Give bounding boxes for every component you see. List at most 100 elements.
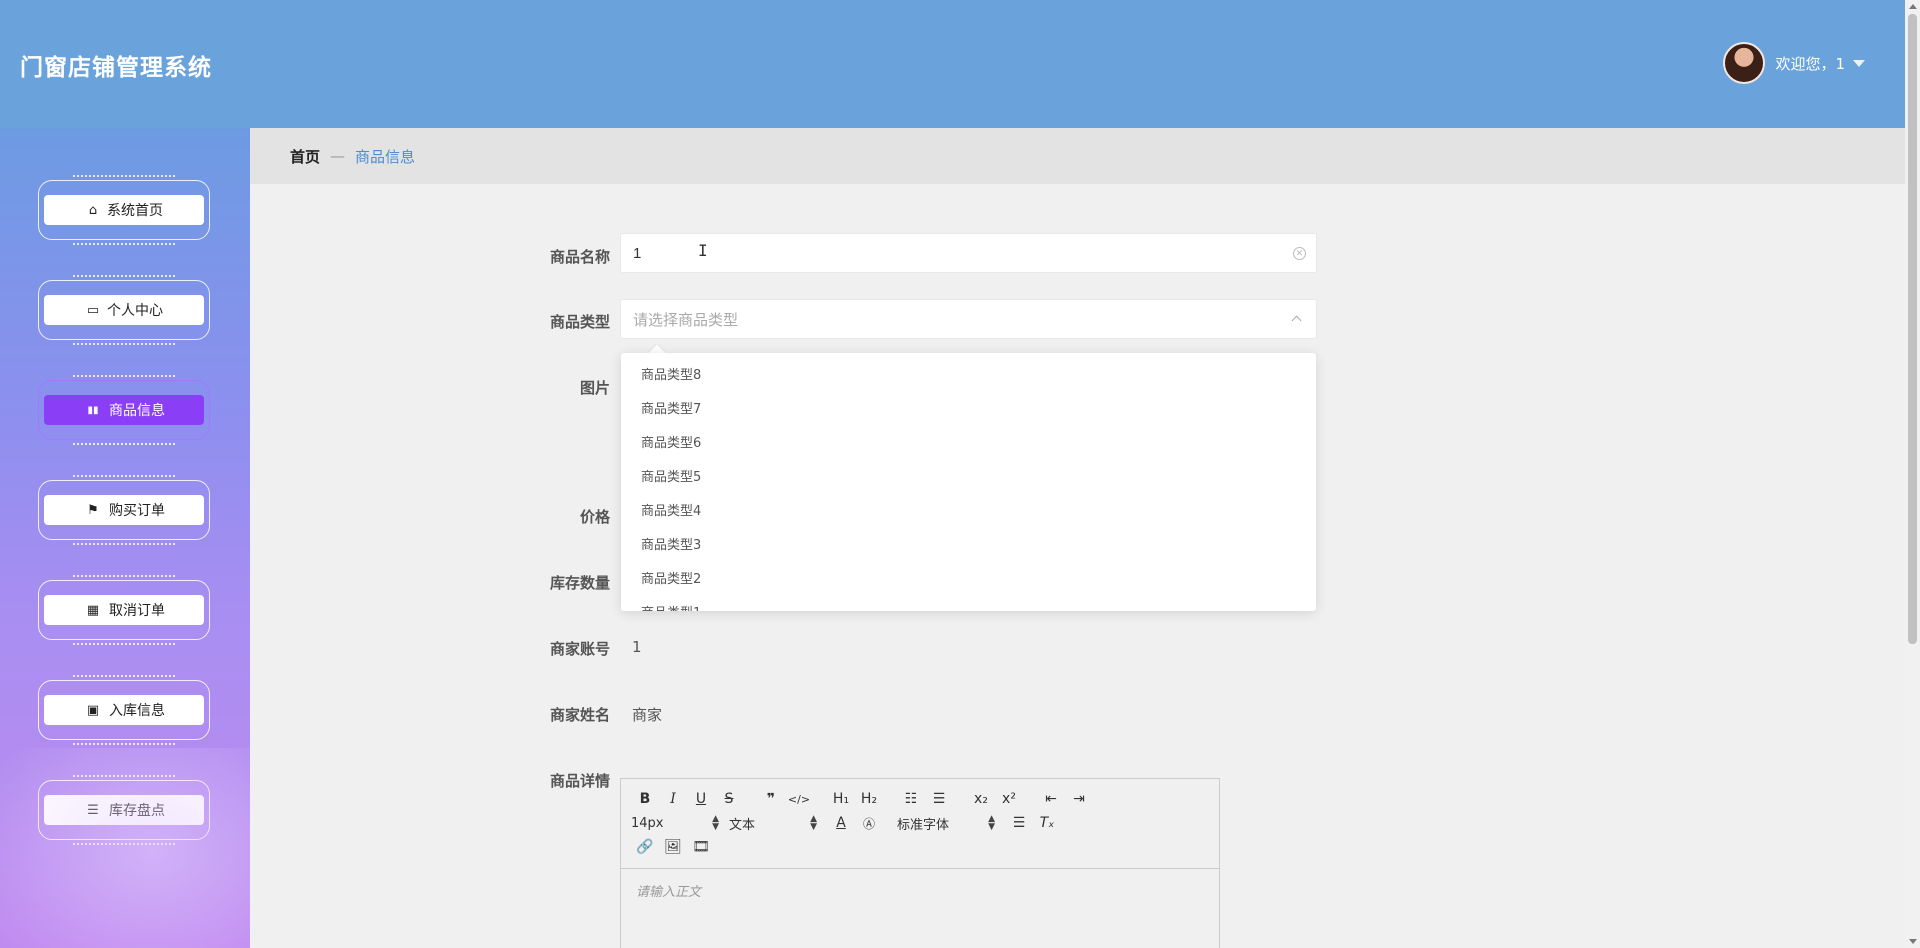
sidebar-item-cancel-orders[interactable]: ▦ 取消订单 <box>38 575 210 645</box>
sidebar-item-inbound-button[interactable]: ▣ 入库信息 <box>44 695 204 725</box>
home-icon: ⌂ <box>88 202 98 218</box>
breadcrumb: 首页 — 商品信息 <box>250 128 1905 184</box>
paragraph-select[interactable]: 文本 ▲ ▼ <box>729 814 817 833</box>
italic-icon[interactable]: I <box>659 791 687 807</box>
page-scrollbar[interactable] <box>1905 0 1920 948</box>
select-arrows-icon: ▲ ▼ <box>988 814 995 832</box>
superscript-icon[interactable]: x² <box>995 791 1023 807</box>
sidebar-item-inventory[interactable]: ☰ 库存盘点 <box>38 775 210 845</box>
product-type-select[interactable]: 请选择商品类型 <box>620 299 1317 339</box>
merchant-account-value: 1 <box>632 638 642 656</box>
scroll-up-icon[interactable] <box>1909 4 1917 9</box>
sidebar-item-home-button[interactable]: ⌂ 系统首页 <box>44 195 204 225</box>
sidebar-item-label: 个人中心 <box>107 303 163 319</box>
breadcrumb-separator: — <box>330 147 346 165</box>
code-icon[interactable]: </> <box>785 793 813 806</box>
breadcrumb-home[interactable]: 首页 <box>290 146 320 167</box>
dropdown-option[interactable]: 商品类型3 <box>621 529 1316 563</box>
merchant-account-label: 商家账号 <box>549 640 610 658</box>
product-name-input[interactable]: 1 ✕ <box>620 233 1317 273</box>
sidebar-item-cancel-orders-button[interactable]: ▦ 取消订单 <box>44 595 204 625</box>
font-color-icon[interactable]: A <box>827 815 855 831</box>
editor-toolbar: B I U S ❞ </> H₁ H₂ ☷ ☰ x₂ x² ⇤ ⇥ 14px ▲… <box>621 779 1219 869</box>
clear-icon[interactable]: ✕ <box>1293 247 1306 260</box>
product-type-dropdown: 商品类型8 商品类型7 商品类型6 商品类型5 商品类型4 商品类型3 商品类型… <box>621 353 1316 611</box>
list-icon: ☰ <box>87 802 99 818</box>
indent-icon[interactable]: ⇥ <box>1065 791 1093 807</box>
scroll-down-icon[interactable] <box>1909 939 1917 944</box>
font-size-select[interactable]: 14px ▲ ▼ <box>631 814 719 832</box>
image-icon[interactable]: 🖼 <box>659 839 687 855</box>
sidebar-item-profile-button[interactable]: ▭ 个人中心 <box>44 295 204 325</box>
font-family-value: 标准字体 <box>897 817 950 833</box>
product-name-value: 1 <box>633 244 642 262</box>
rich-text-editor: B I U S ❞ </> H₁ H₂ ☷ ☰ x₂ x² ⇤ ⇥ 14px ▲… <box>620 778 1220 948</box>
sidebar-item-inventory-button[interactable]: ☰ 库存盘点 <box>44 795 204 825</box>
clipboard-icon: ▣ <box>86 702 100 718</box>
bullet-list-icon[interactable]: ☰ <box>925 791 953 807</box>
align-icon[interactable]: ☰ <box>1005 815 1033 831</box>
top-header: 门窗店铺管理系统 欢迎您，1 <box>0 0 1905 128</box>
heading1-icon[interactable]: H₁ <box>827 791 855 807</box>
app-title: 门窗店铺管理系统 <box>20 55 212 81</box>
sidebar-item-home[interactable]: ⌂ 系统首页 <box>38 175 210 245</box>
sidebar-item-products-button[interactable]: ▮▮ 商品信息 <box>44 395 204 425</box>
video-icon[interactable]: 🎞 <box>687 839 715 855</box>
breadcrumb-current: 商品信息 <box>355 147 416 166</box>
heading2-icon[interactable]: H₂ <box>855 791 883 807</box>
font-size-value: 14px <box>631 815 664 831</box>
paragraph-value: 文本 <box>729 817 756 833</box>
scroll-thumb[interactable] <box>1908 14 1917 644</box>
sidebar-item-orders[interactable]: ⚑ 购买订单 <box>38 475 210 545</box>
stock-label: 库存数量 <box>549 574 610 592</box>
avatar[interactable] <box>1723 42 1766 84</box>
product-type-placeholder: 请选择商品类型 <box>633 310 739 329</box>
menu-frame-decoration <box>38 775 210 845</box>
flag-icon: ⚑ <box>87 502 99 518</box>
select-arrows-icon: ▲ ▼ <box>810 814 817 832</box>
subscript-icon[interactable]: x₂ <box>967 791 995 807</box>
sidebar-item-label: 购买订单 <box>109 503 165 519</box>
sidebar-item-label: 取消订单 <box>109 603 165 619</box>
chevron-down-icon[interactable] <box>1853 59 1865 67</box>
background-color-icon[interactable]: Ⓐ <box>855 815 883 832</box>
dropdown-option[interactable]: 商品类型8 <box>621 359 1316 393</box>
editor-body[interactable]: 请输入正文 <box>621 869 1219 912</box>
font-family-select[interactable]: 标准字体 ▲ ▼ <box>897 814 995 833</box>
dropdown-option[interactable]: 商品类型6 <box>621 427 1316 461</box>
merchant-name-label: 商家姓名 <box>549 706 610 724</box>
outdent-icon[interactable]: ⇤ <box>1037 791 1065 807</box>
books-icon: ▮▮ <box>87 404 99 416</box>
product-name-label: 商品名称 <box>549 248 610 266</box>
dropdown-option[interactable]: 商品类型1 <box>621 597 1316 611</box>
strikethrough-icon[interactable]: S <box>715 791 743 807</box>
welcome-text[interactable]: 欢迎您，1 <box>1775 53 1845 74</box>
card-icon: ▭ <box>86 302 100 318</box>
merchant-name-value: 商家 <box>632 706 663 724</box>
price-label: 价格 <box>579 508 610 526</box>
grid-icon: ▦ <box>86 602 100 618</box>
dropdown-option[interactable]: 商品类型7 <box>621 393 1316 427</box>
dropdown-option[interactable]: 商品类型5 <box>621 461 1316 495</box>
sidebar-item-orders-button[interactable]: ⚑ 购买订单 <box>44 495 204 525</box>
underline-icon[interactable]: U <box>687 791 715 807</box>
chevron-up-icon <box>1291 315 1302 326</box>
sidebar-item-profile[interactable]: ▭ 个人中心 <box>38 275 210 345</box>
sidebar-item-inbound[interactable]: ▣ 入库信息 <box>38 675 210 745</box>
sidebar-item-products[interactable]: ▮▮ 商品信息 <box>38 375 210 445</box>
dropdown-option[interactable]: 商品类型2 <box>621 563 1316 597</box>
text-cursor-icon: I <box>698 241 708 260</box>
bold-icon[interactable]: B <box>631 791 659 807</box>
product-detail-label: 商品详情 <box>549 772 610 790</box>
product-type-label: 商品类型 <box>549 313 610 331</box>
user-menu[interactable]: 欢迎您，1 <box>1723 42 1865 84</box>
image-label: 图片 <box>579 379 610 397</box>
select-arrows-icon: ▲ ▼ <box>712 814 719 832</box>
quote-icon[interactable]: ❞ <box>757 791 785 807</box>
sidebar-item-label: 系统首页 <box>107 203 163 219</box>
link-icon[interactable]: 🔗 <box>631 839 659 855</box>
ordered-list-icon[interactable]: ☷ <box>897 791 925 807</box>
clear-format-icon[interactable]: Tₓ <box>1033 815 1061 831</box>
dropdown-option[interactable]: 商品类型4 <box>621 495 1316 529</box>
sidebar-item-label: 商品信息 <box>109 403 165 419</box>
